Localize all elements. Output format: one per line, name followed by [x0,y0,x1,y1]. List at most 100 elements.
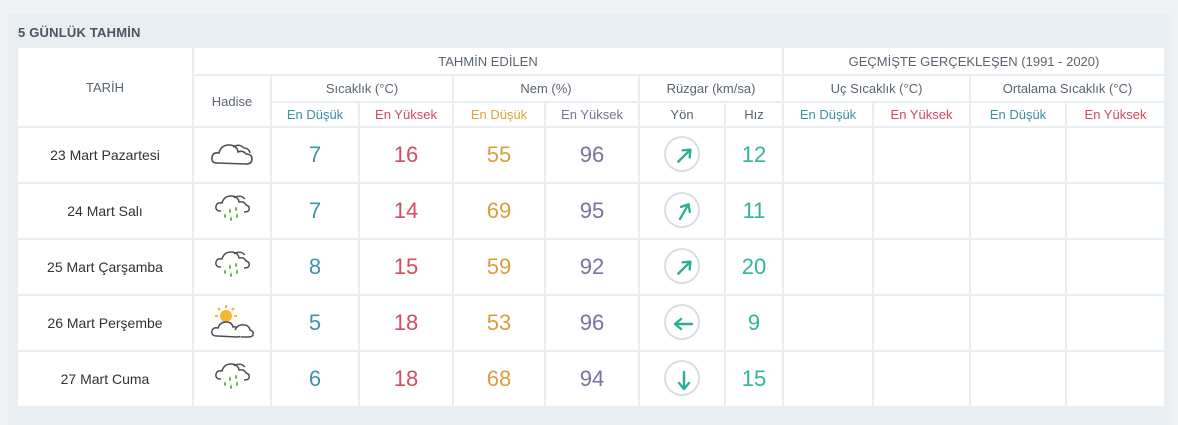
wind-dir-cell [640,240,724,294]
extreme-low-cell [784,240,872,294]
date-cell: 27 Mart Cuma [18,352,192,406]
cloudy-icon [209,143,255,172]
col-past-header: GEÇMİŞTE GERÇEKLEŞEN (1991 - 2020) [784,48,1164,74]
forecast-row: 23 Mart Pazartesi 7 16 55 96 12 [18,128,1164,182]
hum-high-cell: 92 [546,240,638,294]
wind-speed-cell: 20 [726,240,782,294]
extreme-high-cell [874,296,969,350]
date-cell: 23 Mart Pazartesi [18,128,192,182]
weather-cell [194,128,270,182]
hum-low-cell: 59 [454,240,544,294]
wind-dir-badge [664,303,700,340]
hum-high-cell: 95 [546,184,638,238]
col-extreme-header: Uç Sıcaklık (°C) [784,76,969,101]
hum-low-cell: 68 [454,352,544,406]
extreme-high-cell [874,352,969,406]
date-cell: 26 Mart Perşembe [18,296,192,350]
extreme-high-cell [874,240,969,294]
col-temp-header: Sıcaklık (°C) [272,76,452,101]
wind-arrow-icon [678,202,692,220]
hum-low-header: En Düşük [454,103,544,126]
extreme-low-header: En Düşük [784,103,872,126]
avg-low-cell [971,296,1065,350]
rain-icon [212,362,252,398]
avg-high-cell [1067,240,1164,294]
avg-low-cell [971,352,1065,406]
hum-low-cell: 55 [454,128,544,182]
forecast-row: 25 Mart Çarşamba 8 15 59 92 20 [18,240,1164,294]
extreme-low-cell [784,184,872,238]
wind-dir-badge [664,359,700,396]
wind-speed-cell: 12 [726,128,782,182]
wind-speed-cell: 11 [726,184,782,238]
temp-low-cell: 7 [272,184,358,238]
temp-high-cell: 16 [360,128,452,182]
temp-low-cell: 7 [272,128,358,182]
hum-high-header: En Yüksek [546,103,638,126]
col-hum-header: Nem (%) [454,76,638,101]
extreme-low-cell [784,128,872,182]
temp-low-cell: 5 [272,296,358,350]
avg-high-cell [1067,184,1164,238]
forecast-row: 24 Mart Salı 7 14 69 95 11 [18,184,1164,238]
weather-cell [194,352,270,406]
wind-dir-cell [640,184,724,238]
col-avg-header: Ortalama Sıcaklık (°C) [971,76,1164,101]
page-title: 5 GÜNLÜK TAHMİN [18,25,141,40]
hum-high-cell: 96 [546,128,638,182]
hum-high-cell: 96 [546,296,638,350]
temp-high-cell: 18 [360,296,452,350]
avg-low-cell [971,240,1065,294]
temp-low-cell: 8 [272,240,358,294]
wind-arrow-icon [677,370,691,390]
temp-high-cell: 14 [360,184,452,238]
hum-low-cell: 53 [454,296,544,350]
extreme-low-cell [784,352,872,406]
wind-dir-cell [640,352,724,406]
col-date-header: TARİH [18,48,192,126]
wind-speed-header: Hız [726,103,782,126]
extreme-high-cell [874,128,969,182]
partly-cloudy-icon [209,304,255,343]
wind-dir-badge [664,135,700,172]
wind-dir-badge [664,191,700,228]
wind-dir-cell [640,296,724,350]
wind-arrow-icon [677,147,692,163]
rain-icon [212,250,252,286]
date-cell: 24 Mart Salı [18,184,192,238]
col-forecast-header: TAHMİN EDİLEN [194,48,782,74]
wind-dir-cell [640,128,724,182]
avg-high-cell [1067,296,1164,350]
hum-high-cell: 94 [546,352,638,406]
weather-cell [194,184,270,238]
temp-high-header: En Yüksek [360,103,452,126]
avg-high-cell [1067,352,1164,406]
rain-icon [212,194,252,230]
avg-high-cell [1067,128,1164,182]
weather-cell [194,240,270,294]
temp-high-cell: 18 [360,352,452,406]
wind-dir-header: Yön [640,103,724,126]
forecast-row: 26 Mart Perşembe 5 18 53 96 9 [18,296,1164,350]
avg-low-header: En Düşük [971,103,1065,126]
temp-low-cell: 6 [272,352,358,406]
wind-arrow-icon [677,259,692,275]
wind-arrow-icon [673,317,694,330]
extreme-high-cell [874,184,969,238]
avg-high-header: En Yüksek [1067,103,1164,126]
col-wind-header: Rüzgar (km/sa) [640,76,782,101]
wind-speed-cell: 9 [726,296,782,350]
wind-dir-badge [664,247,700,284]
col-event-header: Hadise [194,76,270,126]
forecast-row: 27 Mart Cuma 6 18 68 94 15 [18,352,1164,406]
date-cell: 25 Mart Çarşamba [18,240,192,294]
extreme-high-header: En Yüksek [874,103,969,126]
forecast-table: TARİH TAHMİN EDİLEN GEÇMİŞTE GERÇEKLEŞEN… [16,46,1166,408]
avg-low-cell [971,128,1065,182]
extreme-low-cell [784,296,872,350]
avg-low-cell [971,184,1065,238]
temp-high-cell: 15 [360,240,452,294]
weather-cell [194,296,270,350]
hum-low-cell: 69 [454,184,544,238]
temp-low-header: En Düşük [272,103,358,126]
